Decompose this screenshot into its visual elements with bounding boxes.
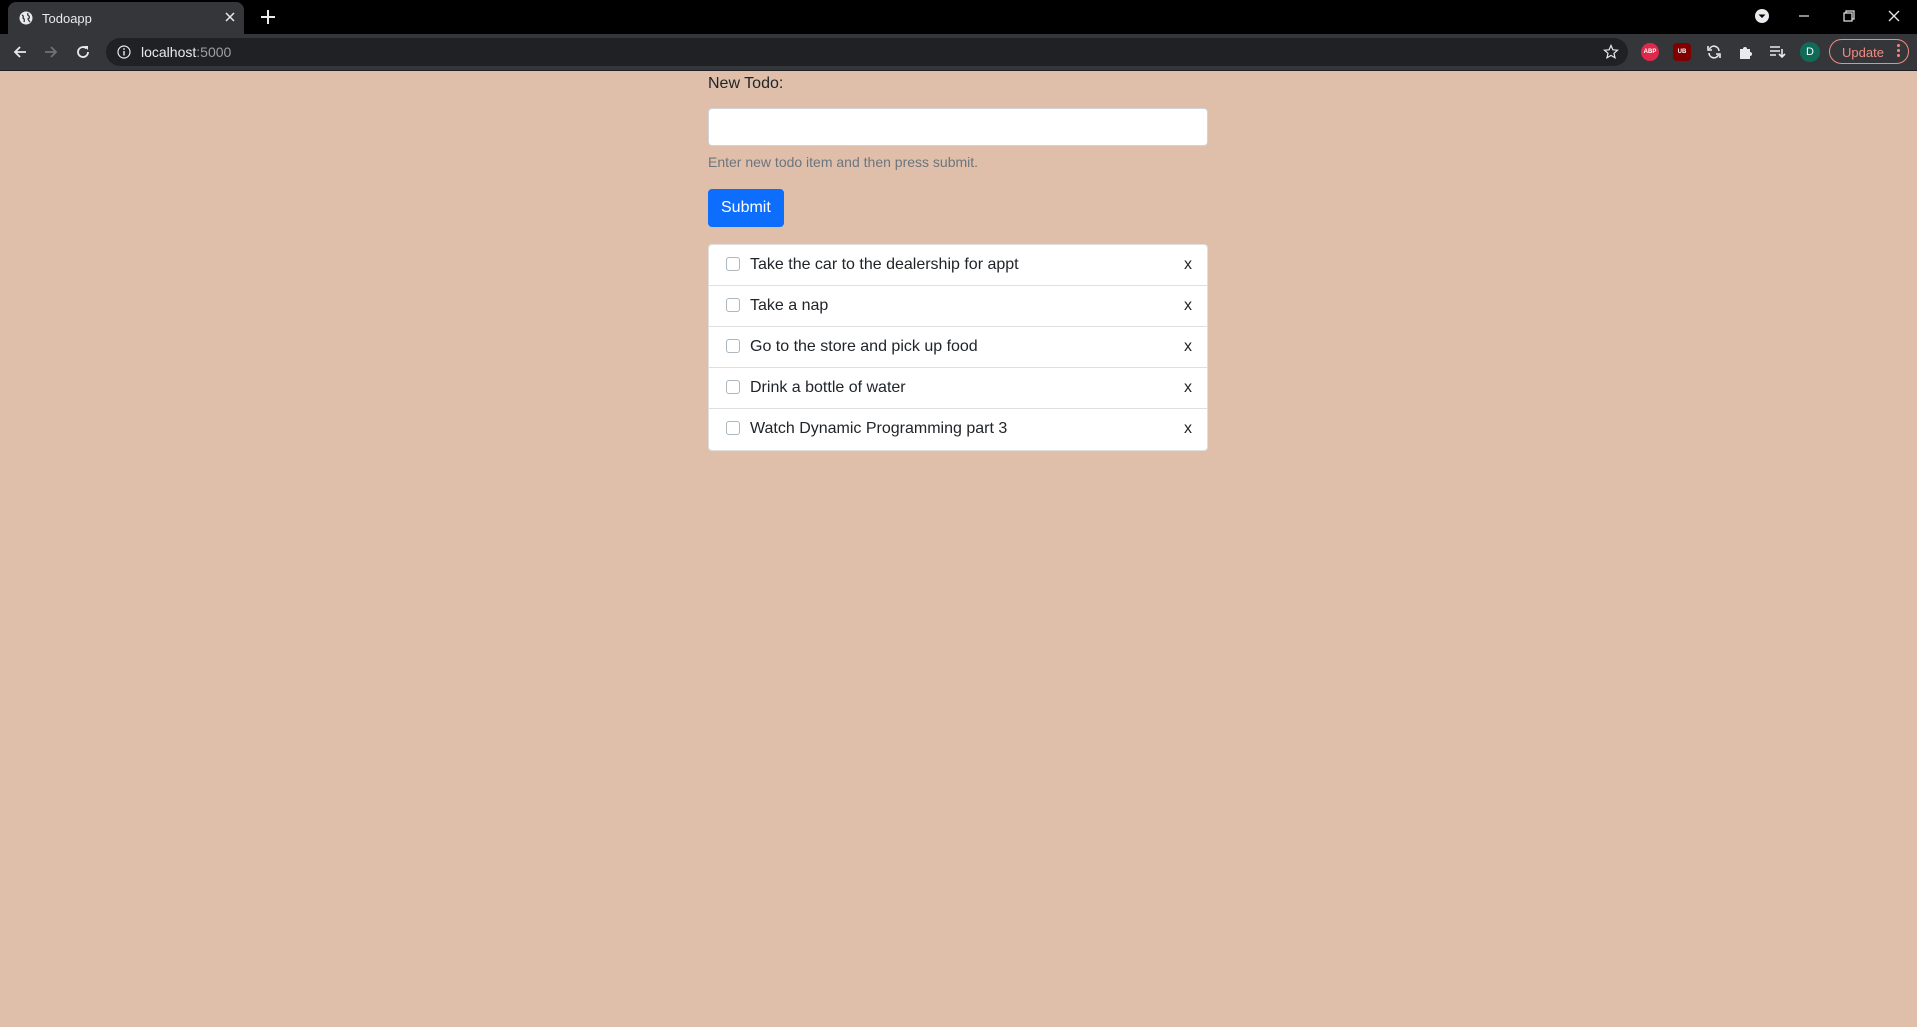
reading-list-icon[interactable]	[1768, 43, 1786, 61]
address-bar[interactable]: localhost:5000	[106, 38, 1628, 66]
todo-text: Watch Dynamic Programming part 3	[750, 420, 1008, 437]
new-tab-icon[interactable]	[259, 8, 277, 26]
reload-icon[interactable]	[73, 42, 93, 62]
ublock-icon[interactable]: UB	[1673, 43, 1691, 61]
profile-avatar[interactable]: D	[1800, 42, 1820, 62]
forward-arrow-icon[interactable]	[41, 42, 61, 62]
delete-todo-button[interactable]: x	[1184, 420, 1192, 438]
browser-tab[interactable]: Todoapp	[8, 2, 244, 34]
tab-strip: Todoapp	[0, 0, 1917, 34]
minimize-icon[interactable]	[1794, 6, 1814, 26]
url-port: :5000	[196, 44, 232, 60]
help-text: Enter new todo item and then press submi…	[708, 154, 979, 170]
globe-icon	[19, 11, 33, 25]
todo-item: Drink a bottle of water x	[709, 368, 1207, 409]
todo-item: Watch Dynamic Programming part 3 x	[709, 409, 1207, 450]
todo-list: Take the car to the dealership for appt …	[708, 244, 1208, 451]
update-label: Update	[1842, 45, 1884, 60]
todo-text: Drink a bottle of water	[750, 379, 906, 396]
tab-title: Todoapp	[42, 11, 92, 26]
todo-item: Go to the store and pick up food x	[709, 327, 1207, 368]
browser-toolbar: localhost:5000 ABP UB D Update	[0, 34, 1917, 71]
more-menu-icon[interactable]	[1897, 44, 1900, 59]
puzzle-icon[interactable]	[1737, 43, 1755, 61]
abp-icon[interactable]: ABP	[1641, 43, 1659, 61]
todo-text: Take a nap	[750, 297, 829, 314]
sync-icon[interactable]	[1705, 43, 1723, 61]
delete-todo-button[interactable]: x	[1184, 297, 1192, 315]
new-todo-label: New Todo:	[708, 75, 784, 92]
bookmark-star-icon[interactable]	[1603, 44, 1619, 60]
todo-checkbox[interactable]	[726, 298, 740, 312]
delete-todo-button[interactable]: x	[1184, 256, 1192, 274]
todo-text: Take the car to the dealership for appt	[750, 256, 1019, 273]
todo-item: Take a nap x	[709, 286, 1207, 327]
info-icon[interactable]	[117, 45, 131, 59]
close-window-icon[interactable]	[1884, 6, 1904, 26]
new-todo-input[interactable]	[708, 108, 1208, 146]
delete-todo-button[interactable]: x	[1184, 379, 1192, 397]
todo-checkbox[interactable]	[726, 380, 740, 394]
tab-search-icon[interactable]	[1752, 6, 1772, 26]
url-host: localhost	[141, 44, 197, 60]
submit-button[interactable]: Submit	[708, 189, 784, 227]
todo-checkbox[interactable]	[726, 339, 740, 353]
todo-page: New Todo: Enter new todo item and then p…	[708, 71, 1208, 451]
todo-checkbox[interactable]	[726, 257, 740, 271]
todo-item: Take the car to the dealership for appt …	[709, 245, 1207, 286]
update-button[interactable]: Update	[1829, 39, 1909, 64]
close-tab-icon[interactable]	[222, 9, 238, 25]
todo-checkbox[interactable]	[726, 421, 740, 435]
restore-icon[interactable]	[1839, 6, 1859, 26]
delete-todo-button[interactable]: x	[1184, 338, 1192, 356]
url-text: localhost:5000	[141, 44, 231, 60]
todo-text: Go to the store and pick up food	[750, 338, 978, 355]
back-arrow-icon[interactable]	[10, 42, 30, 62]
